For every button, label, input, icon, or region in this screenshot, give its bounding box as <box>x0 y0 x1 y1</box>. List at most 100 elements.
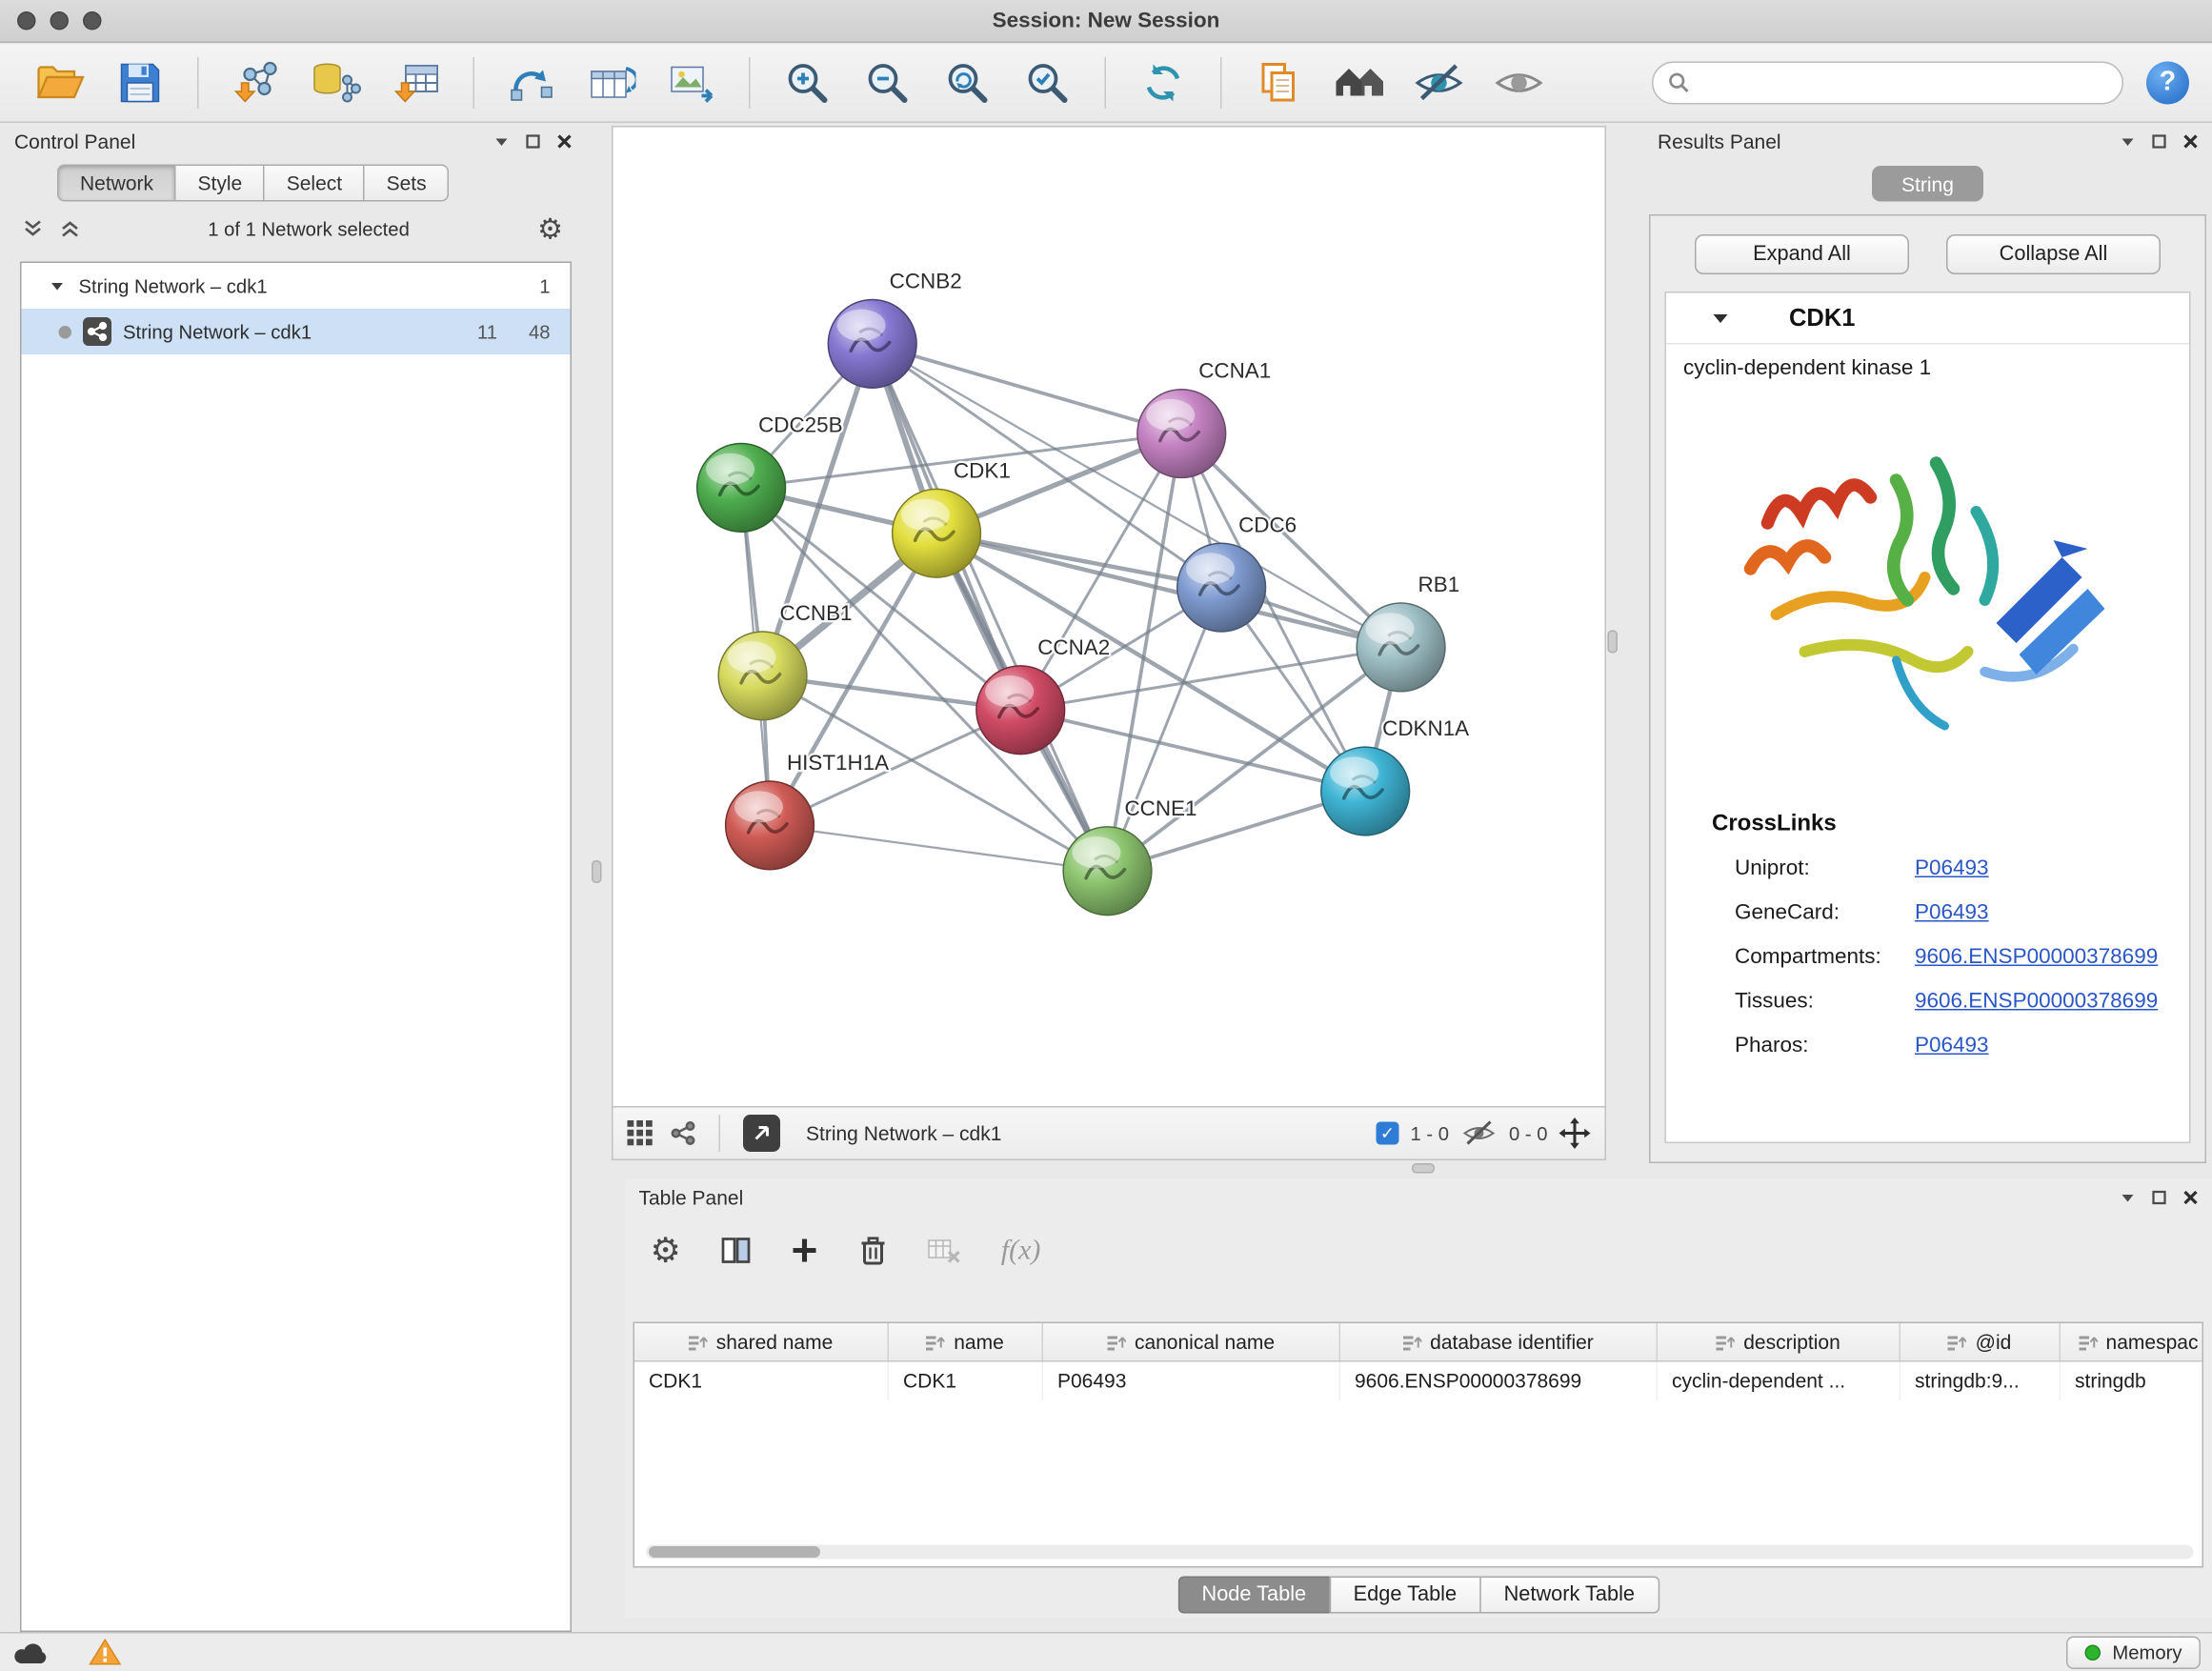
tab-sets[interactable]: Sets <box>364 165 450 202</box>
collapse-section-icon[interactable] <box>1712 312 1729 324</box>
warning-icon[interactable] <box>89 1638 122 1666</box>
table-cell[interactable]: cyclin-dependent ... <box>1658 1362 1900 1401</box>
table-cell[interactable]: CDK1 <box>634 1362 889 1401</box>
selected-checkbox-icon[interactable]: ✓ <box>1376 1122 1398 1145</box>
table-data-row[interactable]: CDK1CDK1P064939606.ENSP00000378699cyclin… <box>634 1362 2202 1401</box>
close-panel-icon[interactable] <box>557 134 572 149</box>
network-view-canvas[interactable]: CCNB2CCNA1CDC25BCDK1CDC6RB1CCNB1CCNA2CDK… <box>612 126 1606 1108</box>
tab-edge-table[interactable]: Edge Table <box>1329 1577 1479 1614</box>
gear-icon[interactable]: ⚙ <box>537 211 563 246</box>
tab-network[interactable]: Network <box>57 165 175 202</box>
save-session-icon[interactable] <box>111 54 169 111</box>
add-row-icon[interactable] <box>790 1237 818 1265</box>
zoom-in-icon[interactable] <box>779 54 836 111</box>
float-panel-icon[interactable] <box>2121 1193 2135 1203</box>
network-row-selected[interactable]: String Network – cdk1 11 48 <box>22 309 571 354</box>
crosslink-label: Tissues: <box>1735 989 1915 1014</box>
tab-network-table[interactable]: Network Table <box>1479 1577 1659 1614</box>
table-settings-gear-icon[interactable]: ⚙ <box>651 1231 681 1271</box>
zoom-out-icon[interactable] <box>859 54 916 111</box>
open-session-icon[interactable] <box>31 54 89 111</box>
collapse-all-icon[interactable] <box>23 220 43 237</box>
float-panel-icon[interactable] <box>494 136 509 147</box>
column-header-namespac[interactable]: namespac <box>2061 1323 2212 1360</box>
hidden-eye-slash-icon[interactable] <box>1460 1119 1498 1148</box>
network-collection-count: 1 <box>539 275 550 297</box>
table-panel-header: Table Panel <box>625 1179 2212 1217</box>
node-label-CDC25B: CDC25B <box>758 413 842 437</box>
horizontal-scrollbar[interactable] <box>646 1545 2194 1560</box>
cloud-icon[interactable] <box>11 1639 51 1666</box>
houses-icon[interactable] <box>1331 54 1388 111</box>
show-columns-icon[interactable] <box>721 1237 750 1265</box>
delete-trash-icon[interactable] <box>858 1235 887 1266</box>
delete-table-icon[interactable] <box>927 1237 961 1265</box>
export-image-icon[interactable] <box>663 54 720 111</box>
table-cell[interactable]: CDK1 <box>889 1362 1043 1401</box>
protein-card-header[interactable]: CDK1 <box>1666 293 2189 345</box>
toolbar-separator <box>1220 57 1222 109</box>
table-cell[interactable]: stringdb:9... <box>1900 1362 2061 1401</box>
column-header-id[interactable]: @id <box>1900 1323 2061 1360</box>
toolbar-separator <box>197 57 199 109</box>
tab-node-table[interactable]: Node Table <box>1177 1577 1329 1614</box>
function-builder-icon[interactable]: f(x) <box>1001 1234 1041 1267</box>
horizontal-splitter-handle[interactable] <box>1412 1163 1435 1174</box>
network-edge-CCNB2-CCNE1[interactable] <box>873 344 1108 871</box>
column-header-database-identifier[interactable]: database identifier <box>1340 1323 1658 1360</box>
expand-all-button[interactable]: Expand All <box>1695 234 1909 274</box>
crosslink-value-link[interactable]: 9606.ENSP00000378699 <box>1915 989 2158 1014</box>
column-header-shared-name[interactable]: shared name <box>634 1323 889 1360</box>
close-panel-icon[interactable] <box>2183 1191 2198 1205</box>
zoom-fit-icon[interactable] <box>939 54 996 111</box>
tab-select[interactable]: Select <box>264 165 364 202</box>
network-edge-CCNA2-CDKN1A[interactable] <box>1020 710 1365 791</box>
import-network-from-file-icon[interactable] <box>228 54 285 111</box>
copy-documents-icon[interactable] <box>1251 54 1308 111</box>
memory-button[interactable]: Memory <box>2066 1636 2201 1669</box>
collapse-all-button[interactable]: Collapse All <box>1946 234 2161 274</box>
expand-all-icon[interactable] <box>60 220 80 237</box>
pan-move-icon[interactable] <box>1559 1117 1591 1149</box>
crosslink-value-link[interactable]: P06493 <box>1915 1034 1989 1058</box>
import-table-icon[interactable] <box>388 54 445 111</box>
column-header-name[interactable]: name <box>889 1323 1043 1360</box>
show-all-eye-icon[interactable] <box>1491 54 1548 111</box>
import-network-from-database-icon[interactable] <box>308 54 365 111</box>
table-cell[interactable]: stringdb <box>2061 1362 2212 1401</box>
maximize-panel-icon[interactable] <box>2152 134 2166 149</box>
expand-collapse-row: Expand All Collapse All <box>1651 216 2205 292</box>
zoom-selected-icon[interactable] <box>1019 54 1076 111</box>
apply-layout-icon[interactable] <box>503 54 560 111</box>
network-glyph-icon[interactable] <box>671 1120 696 1146</box>
tree-expand-icon[interactable] <box>50 281 65 292</box>
refresh-icon[interactable] <box>1135 54 1192 111</box>
crosslink-value-link[interactable]: P06493 <box>1915 856 1989 881</box>
table-cell[interactable]: P06493 <box>1043 1362 1340 1401</box>
float-panel-icon[interactable] <box>2121 136 2135 147</box>
crosslink-value-link[interactable]: P06493 <box>1915 900 1989 925</box>
network-edge-CCNB2-CCNA1[interactable] <box>873 344 1182 433</box>
maximize-panel-icon[interactable] <box>526 134 540 149</box>
close-panel-icon[interactable] <box>2183 134 2198 149</box>
tab-style[interactable]: Style <box>175 165 264 202</box>
vertical-splitter-handle[interactable] <box>592 860 602 883</box>
search-box[interactable] <box>1652 62 2123 105</box>
column-header-canonical-name[interactable]: canonical name <box>1043 1323 1340 1360</box>
memory-status-dot <box>2085 1644 2101 1661</box>
column-header-description[interactable]: description <box>1658 1323 1900 1360</box>
hide-selected-eye-slash-icon[interactable] <box>1411 54 1468 111</box>
open-in-window-button[interactable] <box>743 1115 780 1152</box>
network-collection-row[interactable]: String Network – cdk1 1 <box>22 263 571 309</box>
search-input[interactable] <box>1699 71 2108 94</box>
tab-string[interactable]: String <box>1872 166 1983 202</box>
scrollbar-thumb[interactable] <box>649 1546 820 1558</box>
crosslink-value-link[interactable]: 9606.ENSP00000378699 <box>1915 945 2158 970</box>
network-table-icon[interactable] <box>583 54 640 111</box>
maximize-panel-icon[interactable] <box>2152 1191 2166 1205</box>
help-icon[interactable]: ? <box>2146 62 2189 105</box>
network-edge-HIST1H1A-CCNE1[interactable] <box>770 825 1107 871</box>
grid-view-icon[interactable] <box>628 1120 654 1146</box>
table-cell[interactable]: 9606.ENSP00000378699 <box>1340 1362 1658 1401</box>
vertical-splitter-handle[interactable] <box>1608 631 1619 654</box>
